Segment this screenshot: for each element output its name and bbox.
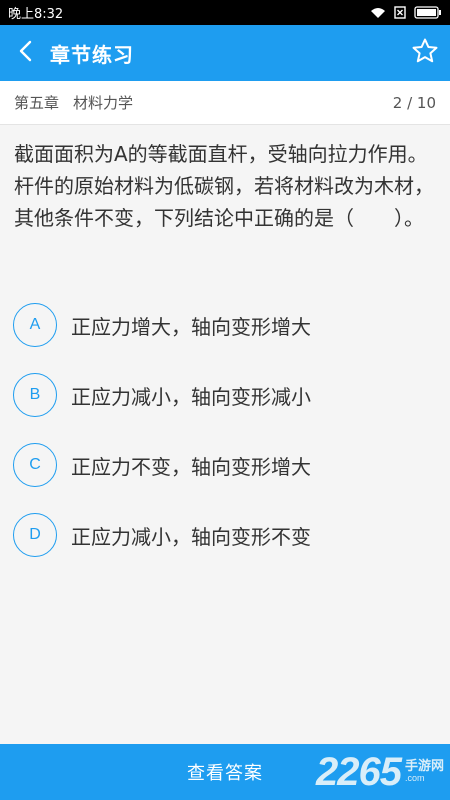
chevron-left-icon <box>18 40 32 66</box>
option-a[interactable]: A 正应力增大，轴向变形增大 <box>0 290 450 360</box>
option-letter: D <box>13 513 57 557</box>
view-answer-label: 查看答案 <box>187 763 263 784</box>
wifi-icon <box>370 7 386 19</box>
chapter-name: 第五章 <box>14 94 60 112</box>
option-label: 正应力不变，轴向变形增大 <box>71 454 311 479</box>
option-d[interactable]: D 正应力减小，轴向变形不变 <box>0 500 450 570</box>
option-b[interactable]: B 正应力减小，轴向变形减小 <box>0 360 450 430</box>
options-list: A 正应力增大，轴向变形增大 B 正应力减小，轴向变形减小 C 正应力不变，轴向… <box>0 290 450 570</box>
watermark-cn: 手游网 <box>404 758 444 774</box>
page-title: 章节练习 <box>50 42 134 67</box>
sim-off-icon <box>394 6 406 19</box>
watermark-number: 2265 <box>316 750 402 794</box>
watermark-logo: 2265 手游网 .com <box>316 748 444 796</box>
favorite-button[interactable] <box>400 25 450 81</box>
status-icons <box>370 6 442 19</box>
question-progress: 2 / 10 <box>392 93 436 112</box>
option-letter: A <box>13 303 57 347</box>
option-c[interactable]: C 正应力不变，轴向变形增大 <box>0 430 450 500</box>
star-outline-icon <box>411 37 439 69</box>
status-bar: 晚上8:32 <box>0 0 450 25</box>
option-label: 正应力增大，轴向变形增大 <box>71 314 311 339</box>
battery-icon <box>414 6 442 19</box>
option-label: 正应力减小，轴向变形不变 <box>71 524 311 549</box>
option-letter: B <box>13 373 57 417</box>
option-label: 正应力减小，轴向变形减小 <box>71 384 311 409</box>
watermark-en: .com <box>404 773 425 784</box>
status-time: 晚上8:32 <box>8 7 64 22</box>
option-letter: C <box>13 443 57 487</box>
question-text: 截面面积为A的等截面直杆，受轴向拉力作用。杆件的原始材料为低碳钢，若将材料改为木… <box>14 142 434 230</box>
chapter-info: 第五章 材料力学 <box>14 92 133 113</box>
watermark-text: 手游网 .com <box>404 758 444 784</box>
back-button[interactable] <box>0 25 50 81</box>
chapter-subject: 材料力学 <box>73 94 134 112</box>
chapter-bar: 第五章 材料力学 2 / 10 <box>0 81 450 125</box>
app-bar: 章节练习 <box>0 25 450 81</box>
